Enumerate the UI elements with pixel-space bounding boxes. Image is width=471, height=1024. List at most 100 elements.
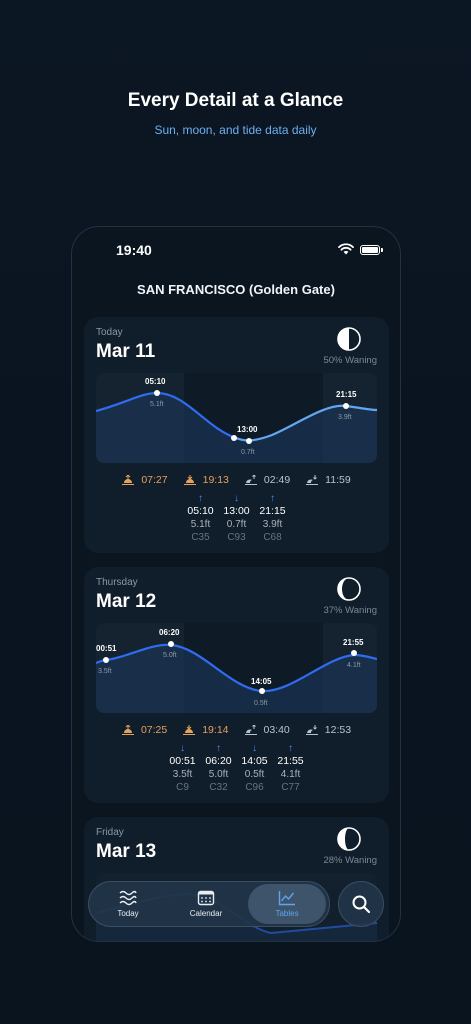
- tide-time: 21:15: [259, 505, 286, 517]
- sunrise-icon: [121, 725, 134, 735]
- tide-chart: 00:51 3.5ft 06:20 5.0ft 14:05 0.5ft 21:5…: [96, 623, 377, 713]
- chart-label-time: 21:55: [343, 638, 364, 647]
- moonset-icon: [305, 725, 318, 735]
- tide-entry: ↑ 05:10 5.1ft C35: [183, 493, 219, 544]
- tab-bar: Today Calendar Tables: [88, 881, 330, 927]
- moon-phase-icon: [337, 327, 361, 351]
- chart-label-height: 0.5ft: [254, 700, 268, 707]
- tab-calendar-label: Calendar: [189, 909, 223, 918]
- waves-icon: [119, 890, 137, 906]
- chart-label-time: 06:20: [159, 628, 180, 637]
- hero-title: Every Detail at a Glance: [127, 90, 344, 111]
- tide-height: 3.9ft: [262, 519, 283, 530]
- tab-today-label: Today: [117, 909, 139, 918]
- tide-arrow-icon: ↑: [216, 743, 221, 754]
- sun-moon-row: 07:27 19:13 02:49 11:59: [84, 473, 389, 487]
- tide-coefficient: C35: [191, 532, 210, 543]
- status-time: 19:40: [116, 242, 152, 258]
- tide-height: 5.1ft: [190, 519, 211, 530]
- hero-subtitle: Sun, moon, and tide data daily: [154, 123, 317, 137]
- tide-arrow-icon: ↑: [288, 743, 293, 754]
- tide-entry: ↑ 21:55 4.1ft C77: [273, 743, 309, 794]
- tide-height: 4.1ft: [280, 769, 301, 780]
- day-date: Mar 12: [96, 591, 157, 612]
- chart-label-height: 4.1ft: [347, 662, 361, 669]
- tide-entry: ↑ 06:20 5.0ft C32: [201, 743, 237, 794]
- sunset-time: 19:14: [202, 724, 229, 736]
- tide-entry: ↓ 00:51 3.5ft C9: [165, 743, 201, 794]
- tide-time: 06:20: [205, 755, 232, 767]
- tide-time: 13:00: [223, 505, 250, 517]
- day-card-mar-12[interactable]: Thursday Mar 12 37% Waning 00:51 3.5ft 0…: [84, 567, 389, 803]
- sunset-time: 19:13: [202, 474, 229, 486]
- search-button[interactable]: [338, 881, 384, 927]
- tab-tables-label: Tables: [275, 909, 299, 918]
- day-label: Today: [96, 327, 123, 338]
- chart-label-time: 05:10: [145, 377, 166, 386]
- sun-moon-row: 07:25 19:14 03:40 12:53: [84, 723, 389, 737]
- day-date: Mar 11: [96, 341, 156, 362]
- tide-time: 14:05: [241, 755, 268, 767]
- moon-phase-text: 37% Waning: [323, 605, 377, 616]
- moonrise-time: 03:40: [263, 724, 290, 736]
- moon-phase-text: 28% Waning: [323, 855, 377, 866]
- moon-phase-icon: [337, 577, 361, 601]
- tide-time: 21:55: [277, 755, 304, 767]
- sunrise-time: 07:25: [140, 724, 168, 736]
- tide-arrow-icon: ↓: [180, 743, 185, 754]
- tide-list: ↓ 00:51 3.5ft C9 ↑ 06:20 5.0ft C32 ↓ 14:…: [84, 743, 389, 794]
- wifi-icon: [338, 243, 354, 255]
- moonset-icon: [306, 475, 319, 485]
- tide-coefficient: C77: [281, 782, 300, 793]
- search-icon: [352, 895, 371, 914]
- tide-entry: ↓ 13:00 0.7ft C93: [219, 493, 255, 544]
- moon-phase-text: 50% Waning: [323, 355, 377, 366]
- day-date: Mar 13: [96, 841, 157, 862]
- tide-arrow-icon: ↓: [252, 743, 257, 754]
- chart-label-time: 14:05: [251, 677, 272, 686]
- status-bar: 19:40: [72, 227, 400, 277]
- sunrise-time: 07:27: [141, 474, 168, 486]
- tide-arrow-icon: ↑: [270, 493, 275, 504]
- tab-tables[interactable]: Tables: [248, 884, 326, 924]
- tide-list: ↑ 05:10 5.1ft C35 ↓ 13:00 0.7ft C93 ↑ 21…: [84, 493, 389, 544]
- chart-label-time: 21:15: [336, 390, 357, 399]
- chart-label-height: 3.9ft: [338, 414, 352, 421]
- sunset-icon: [183, 725, 196, 735]
- tide-coefficient: C32: [209, 782, 228, 793]
- chart-label-time: 00:51: [96, 644, 117, 653]
- calendar-icon: [197, 890, 215, 906]
- chart-label-height: 0.7ft: [241, 449, 255, 456]
- moonrise-time: 02:49: [263, 474, 291, 486]
- chart-label-time: 13:00: [237, 425, 258, 434]
- tide-chart: 05:10 5.1ft 13:00 0.7ft 21:15 3.9ft: [96, 373, 377, 463]
- tide-coefficient: C9: [176, 782, 189, 793]
- tide-time: 05:10: [187, 505, 214, 517]
- moonrise-icon: [244, 725, 257, 735]
- chart-label-height: 3.5ft: [98, 668, 112, 675]
- sunset-icon: [183, 475, 196, 485]
- tide-arrow-icon: ↓: [234, 493, 239, 504]
- tide-coefficient: C68: [263, 532, 282, 543]
- location-title[interactable]: SAN FRANCISCO (Golden Gate): [72, 282, 400, 297]
- tide-coefficient: C96: [245, 782, 264, 793]
- chart-label-height: 5.0ft: [163, 652, 177, 659]
- sunrise-icon: [122, 475, 135, 485]
- tide-coefficient: C93: [227, 532, 246, 543]
- moonrise-icon: [244, 475, 257, 485]
- tide-entry: ↑ 21:15 3.9ft C68: [255, 493, 291, 544]
- chart-icon: [278, 891, 295, 906]
- tide-height: 5.0ft: [208, 769, 229, 780]
- tide-height: 0.5ft: [244, 769, 265, 780]
- day-label: Friday: [96, 827, 124, 838]
- day-card-mar-11[interactable]: Today Mar 11 50% Waning 05:10 5.1ft 13:0…: [84, 317, 389, 553]
- tab-calendar[interactable]: Calendar: [167, 884, 245, 924]
- tide-height: 3.5ft: [172, 769, 193, 780]
- tide-entry: ↓ 14:05 0.5ft C96: [237, 743, 273, 794]
- battery-icon: [360, 245, 383, 255]
- tab-today[interactable]: Today: [89, 884, 167, 924]
- tide-height: 0.7ft: [226, 519, 247, 530]
- day-label: Thursday: [96, 577, 138, 588]
- tide-arrow-icon: ↑: [198, 493, 203, 504]
- moonset-time: 11:59: [325, 474, 351, 486]
